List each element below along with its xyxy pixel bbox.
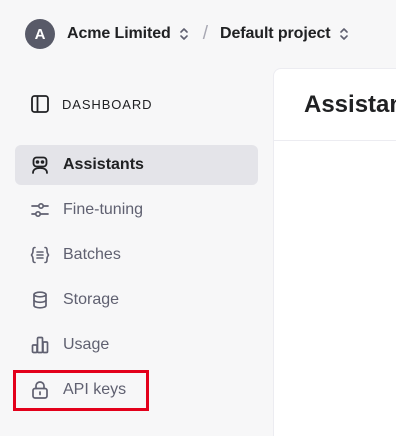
lock-icon <box>30 380 50 400</box>
bar-chart-icon <box>30 335 50 355</box>
org-name: Acme Limited <box>67 25 171 42</box>
sidebar-item-assistants[interactable]: Assistants <box>15 145 258 185</box>
sidebar: DASHBOARD Assistants Fine-tuning Batches… <box>0 68 273 436</box>
sidebar-item-fine-tuning[interactable]: Fine-tuning <box>15 190 258 230</box>
braces-list-icon <box>30 245 50 265</box>
sidebar-item-usage[interactable]: Usage <box>15 325 258 365</box>
database-icon <box>30 290 50 310</box>
main-header: Assistants <box>274 69 396 141</box>
sidebar-item-api-keys[interactable]: API keys <box>15 370 258 410</box>
dashboard-toggle[interactable]: DASHBOARD <box>30 94 152 114</box>
chevron-up-down-icon <box>339 27 349 41</box>
sidebar-item-label: Storage <box>63 291 120 308</box>
robot-icon <box>30 155 50 175</box>
page-title: Assistants <box>304 90 396 118</box>
sidebar-item-batches[interactable]: Batches <box>15 235 258 275</box>
sidebar-item-label: Batches <box>63 246 121 263</box>
sliders-icon <box>30 200 50 220</box>
sidebar-item-label: API keys <box>63 381 127 398</box>
project-switcher[interactable]: Default project <box>220 25 349 43</box>
sidebar-item-label: Assistants <box>63 156 144 173</box>
sidebar-item-storage[interactable]: Storage <box>15 280 258 320</box>
project-name: Default project <box>220 25 331 42</box>
main-panel: Assistants <box>273 68 396 436</box>
sidebar-item-label: Usage <box>63 336 110 353</box>
org-switcher[interactable]: A Acme Limited <box>25 19 189 49</box>
breadcrumb-separator: / <box>202 23 208 44</box>
sidebar-item-label: Fine-tuning <box>63 201 144 218</box>
sidebar-panel-icon <box>30 94 50 114</box>
dashboard-label: DASHBOARD <box>62 96 153 112</box>
org-avatar: A <box>25 19 55 49</box>
chevron-up-down-icon <box>179 27 189 41</box>
top-bar: A Acme Limited / Default project <box>0 0 396 68</box>
